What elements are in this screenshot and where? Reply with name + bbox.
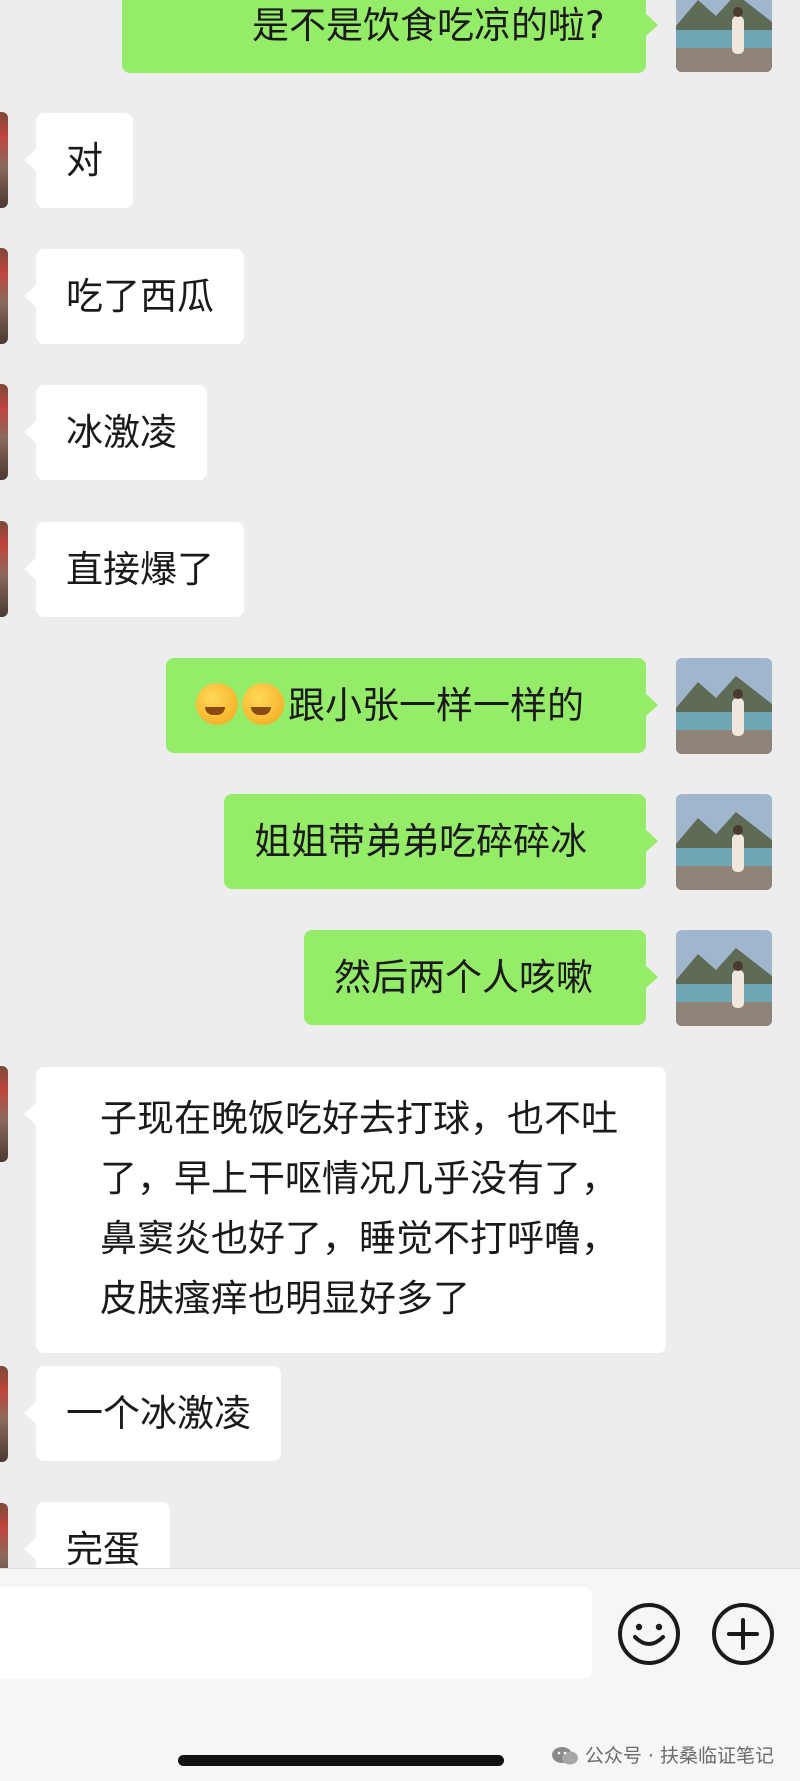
more-button[interactable]	[712, 1603, 774, 1665]
input-bar: 公众号 · 扶桑临证笔记	[0, 1568, 800, 1781]
landscape-avatar-icon	[676, 794, 772, 890]
watermark: 公众号 · 扶桑临证笔记	[551, 1741, 774, 1768]
avatar[interactable]	[0, 112, 8, 208]
avatar[interactable]	[0, 248, 8, 344]
message-bubble-outgoing[interactable]: 跟小张一样一样的	[166, 658, 658, 753]
message-text: 然后两个人咳嗽	[334, 956, 593, 999]
chat-area[interactable]: 是不是饮食吃凉的啦? 对 吃了西瓜 冰激凌 直接爆了 跟小张一样一样的 姐姐带弟…	[0, 0, 800, 1568]
message-bubble-incoming[interactable]: 完蛋	[24, 1502, 170, 1568]
facepalm-crying-emoji-icon	[196, 683, 238, 725]
plus-circle-icon	[727, 1618, 759, 1650]
message-bubble-incoming[interactable]: 冰激凌	[24, 385, 207, 480]
avatar[interactable]	[676, 930, 772, 1026]
message-text: 子现在晚饭吃好去打球，也不吐了，早上干呕情况几乎没有了，鼻窦炎也好了，睡觉不打呼…	[100, 1097, 618, 1320]
watermark-text: 公众号 · 扶桑临证笔记	[584, 1745, 774, 1767]
message-bubble-outgoing[interactable]: 是不是饮食吃凉的啦?	[122, 0, 658, 73]
message-bubble-outgoing[interactable]: 姐姐带弟弟吃碎碎冰	[224, 794, 658, 889]
message-bubble-incoming[interactable]: 直接爆了	[24, 522, 244, 617]
message-text: 是不是饮食吃凉的啦?	[252, 4, 605, 47]
message-input[interactable]	[0, 1587, 592, 1679]
avatar[interactable]	[0, 521, 8, 617]
message-text: 对	[66, 139, 103, 182]
avatar[interactable]	[676, 794, 772, 890]
message-text: 一个冰激凌	[66, 1392, 251, 1435]
message-bubble-incoming[interactable]: 吃了西瓜	[24, 249, 244, 344]
avatar[interactable]	[0, 384, 8, 480]
avatar[interactable]	[0, 1066, 8, 1162]
message-text: 完蛋	[66, 1528, 140, 1568]
message-text: 直接爆了	[66, 548, 214, 591]
landscape-avatar-icon	[676, 930, 772, 1026]
landscape-avatar-icon	[676, 0, 772, 72]
smiley-face-icon	[633, 1623, 665, 1646]
emoji-button[interactable]	[618, 1603, 680, 1665]
message-text: 跟小张一样一样的	[288, 684, 584, 727]
message-bubble-incoming[interactable]: 一个冰激凌	[24, 1366, 281, 1461]
message-bubble-incoming[interactable]: 子现在晚饭吃好去打球，也不吐了，早上干呕情况几乎没有了，鼻窦炎也好了，睡觉不打呼…	[24, 1067, 666, 1353]
wechat-icon	[551, 1747, 578, 1765]
avatar[interactable]	[676, 658, 772, 754]
message-bubble-outgoing[interactable]: 然后两个人咳嗽	[304, 930, 658, 1025]
message-text: 姐姐带弟弟吃碎碎冰	[254, 820, 587, 863]
landscape-avatar-icon	[676, 658, 772, 754]
avatar[interactable]	[0, 1503, 8, 1568]
avatar[interactable]	[0, 1366, 8, 1462]
avatar[interactable]	[676, 0, 772, 72]
message-text: 冰激凌	[66, 411, 177, 454]
message-text: 吃了西瓜	[66, 275, 214, 318]
facepalm-crying-emoji-icon	[242, 683, 284, 725]
home-indicator[interactable]	[178, 1755, 504, 1766]
message-bubble-incoming[interactable]: 对	[24, 113, 133, 208]
